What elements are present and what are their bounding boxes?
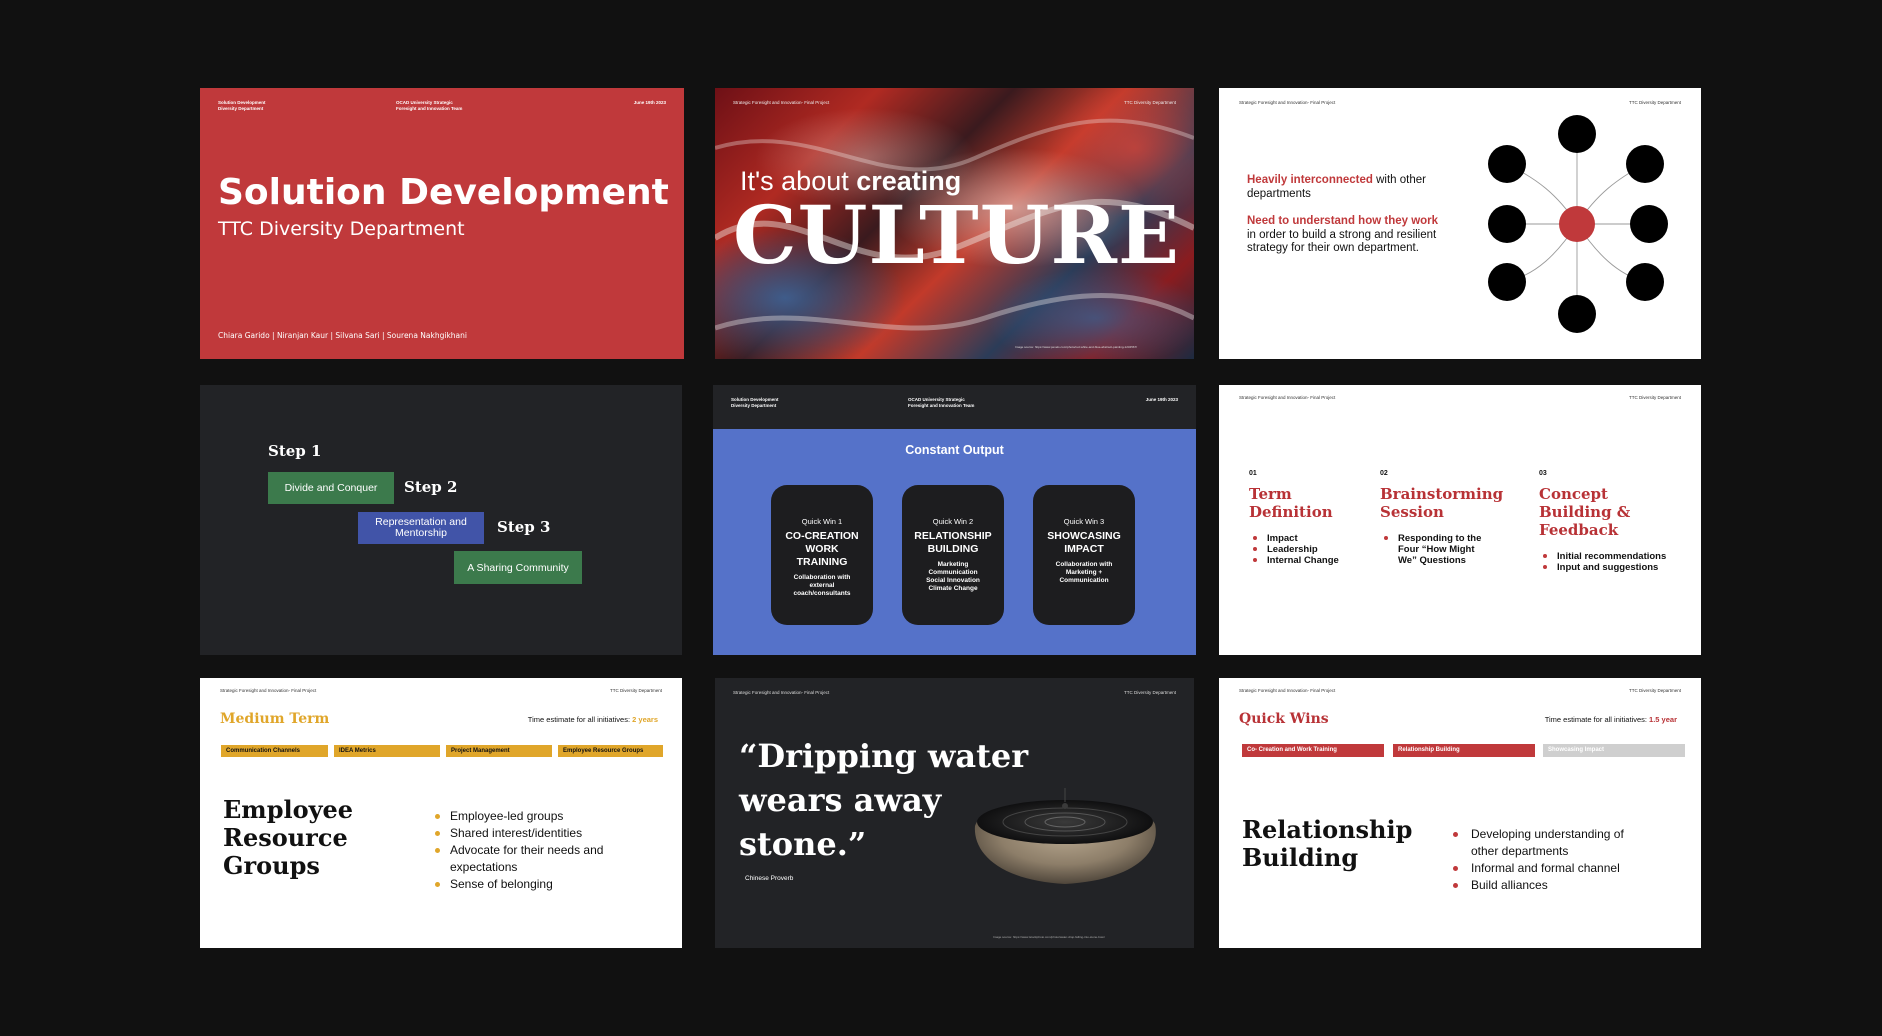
process-column-2: 02 Brainstorming Session Responding to t… <box>1380 470 1515 566</box>
time-estimate: Time estimate for all initiatives: 1.5 y… <box>1544 715 1677 724</box>
column-title: Concept Building & Feedback <box>1539 485 1631 539</box>
list-item: Impact <box>1249 533 1374 544</box>
list-item: Informal and formal channel <box>1449 860 1649 877</box>
step-1-label: Step 1 <box>268 442 322 460</box>
step-2-box: Representation and Mentorship <box>358 512 484 544</box>
list-item: Sense of belonging <box>432 876 632 893</box>
slide-8-quote[interactable]: Strategic Foresight and Innovation- Fina… <box>715 678 1194 948</box>
process-column-3: 03 Concept Building & Feedback Initial r… <box>1539 470 1684 573</box>
column-list: Responding to the Four “How Might We” Qu… <box>1380 533 1495 566</box>
step-3-box: A Sharing Community <box>454 551 582 584</box>
slide-7-medium-term[interactable]: Strategic Foresight and Innovation- Fina… <box>200 678 682 948</box>
slide-title: Constant Output <box>905 443 1004 457</box>
slide-text-block: Heavily interconnected with other depart… <box>1247 174 1447 256</box>
slide-header-right: TTC Diversity Department <box>1123 690 1176 695</box>
network-diagram <box>1488 115 1668 333</box>
slide-header-right: TTC Diversity Department <box>1123 100 1176 105</box>
slide-title: Quick Wins <box>1239 711 1329 727</box>
step-2-label: Step 2 <box>404 478 458 496</box>
slide-header-left: Solution Development Diversity Department <box>218 100 266 111</box>
column-title: Brainstorming Session <box>1380 485 1504 521</box>
column-title: Term Definition <box>1249 485 1333 521</box>
slide-4-steps[interactable]: Step 1 Divide and Conquer Step 2 Represe… <box>200 385 682 655</box>
slide-title: Medium Term <box>220 711 330 727</box>
slide-5-constant-output[interactable]: Solution Development Diversity Department… <box>713 385 1196 655</box>
card-title: RELATIONSHIP BUILDING <box>914 530 992 555</box>
card-title: CO-CREATION WORK TRAINING <box>785 530 859 568</box>
column-number: 02 <box>1380 470 1388 477</box>
list-item: Employee-led groups <box>432 808 632 825</box>
quick-win-card-3[interactable]: Quick Win 3 SHOWCASING IMPACT Collaborat… <box>1033 485 1135 625</box>
card-kicker: Quick Win 2 <box>932 517 974 526</box>
slide-header-left: Strategic Foresight and Innovation- Fina… <box>220 688 317 693</box>
column-list: Initial recommendations Input and sugges… <box>1539 551 1684 573</box>
card-title: SHOWCASING IMPACT <box>1047 530 1121 555</box>
tab-1[interactable]: Co- Creation and Work Training <box>1242 744 1384 757</box>
image-credit: Image source: https://www.istockphoto.co… <box>993 935 1105 939</box>
paragraph-1: Heavily interconnected with other depart… <box>1247 174 1426 200</box>
list-item: Developing understanding of other depart… <box>1449 826 1649 860</box>
slide-header-center: OCAD University Strategic Foresight and I… <box>396 100 463 111</box>
paragraph-2: Need to understand how they work in orde… <box>1247 215 1439 254</box>
list-item: Responding to the Four “How Might We” Qu… <box>1380 533 1495 566</box>
card-kicker: Quick Win 1 <box>801 517 843 526</box>
slide-header-left: Strategic Foresight and Innovation- Fina… <box>733 100 830 105</box>
tab-2[interactable]: IDEA Metrics <box>334 745 440 757</box>
column-number: 03 <box>1539 470 1547 477</box>
quote-source: Chinese Proverb <box>745 875 794 882</box>
bullet-list: Developing understanding of other depart… <box>1449 826 1649 894</box>
list-item: Advocate for their needs and expectation… <box>432 842 632 876</box>
slide-header-center: OCAD University Strategic Foresight and I… <box>908 397 975 408</box>
step-1-box: Divide and Conquer <box>268 472 394 504</box>
slide-9-quick-wins[interactable]: Strategic Foresight and Innovation- Fina… <box>1219 678 1701 948</box>
column-number: 01 <box>1249 470 1257 477</box>
tab-1[interactable]: Communication Channels <box>221 745 328 757</box>
list-item: Internal Change <box>1249 555 1374 566</box>
card-desc: Collaboration with Marketing + Communica… <box>1055 561 1113 584</box>
slide-header-left: Strategic Foresight and Innovation- Fina… <box>1239 100 1336 105</box>
slide-subtitle: TTC Diversity Department <box>218 218 465 240</box>
list-item: Build alliances <box>1449 877 1649 894</box>
slide-date: June 19th 2023 <box>633 100 666 105</box>
slide-header-right: TTC Diversity Department <box>1628 395 1681 400</box>
list-item: Leadership <box>1249 544 1374 555</box>
card-desc: Collaboration with external coach/consul… <box>793 574 851 597</box>
stone-bowl-image <box>974 788 1156 884</box>
slide-big-word: CULTURE <box>733 188 1180 282</box>
quick-win-card-1[interactable]: Quick Win 1 CO-CREATION WORK TRAINING Co… <box>771 485 873 625</box>
column-list: Impact Leadership Internal Change <box>1249 533 1374 566</box>
slide-header-left: Solution Development Diversity Department <box>731 397 779 408</box>
slide-1-title[interactable]: Solution Development Diversity Department… <box>200 88 684 359</box>
step-3-label: Step 3 <box>497 518 551 536</box>
tab-3[interactable]: Project Management <box>446 745 552 757</box>
card-desc: Marketing Communication Social Innovatio… <box>926 561 980 592</box>
slide-header-right: TTC Diversity Department <box>609 688 662 693</box>
tab-2[interactable]: Relationship Building <box>1393 744 1535 757</box>
section-heading: Relationship Building <box>1242 815 1413 872</box>
slide-header-left: Strategic Foresight and Innovation- Fina… <box>1239 395 1336 400</box>
bullet-list: Employee-led groups Shared interest/iden… <box>432 808 632 893</box>
slide-header-left: Strategic Foresight and Innovation- Fina… <box>1239 688 1336 693</box>
list-item: Input and suggestions <box>1539 562 1684 573</box>
process-column-1: 01 Term Definition Impact Leadership Int… <box>1249 470 1374 566</box>
image-credit: Image source: https://www.pexels.com/pho… <box>1015 345 1138 349</box>
tab-4[interactable]: Employee Resource Groups <box>558 745 663 757</box>
list-item: Shared interest/identities <box>432 825 632 842</box>
slide-title: Solution Development <box>218 172 669 213</box>
slide-date: June 19th 2023 <box>1145 397 1178 402</box>
list-item: Initial recommendations <box>1539 551 1684 562</box>
slide-6-process[interactable]: Strategic Foresight and Innovation- Fina… <box>1219 385 1701 655</box>
slide-2-culture[interactable]: Strategic Foresight and Innovation- Fina… <box>715 88 1194 359</box>
tab-3[interactable]: Showcasing Impact <box>1543 744 1685 757</box>
slide-3-network[interactable]: Strategic Foresight and Innovation- Fina… <box>1219 88 1701 359</box>
quick-win-card-2[interactable]: Quick Win 2 RELATIONSHIP BUILDING Market… <box>902 485 1004 625</box>
time-estimate: Time estimate for all initiatives: 2 yea… <box>527 715 658 724</box>
card-kicker: Quick Win 3 <box>1063 517 1105 526</box>
center-node <box>1559 206 1595 242</box>
slide-header-right: TTC Diversity Department <box>1628 688 1681 693</box>
section-heading: Employee Resource Groups <box>223 795 354 880</box>
slide-authors: Chiara Garido | Niranjan Kaur | Silvana … <box>218 331 467 340</box>
slide-header-left: Strategic Foresight and Innovation- Fina… <box>733 690 830 695</box>
